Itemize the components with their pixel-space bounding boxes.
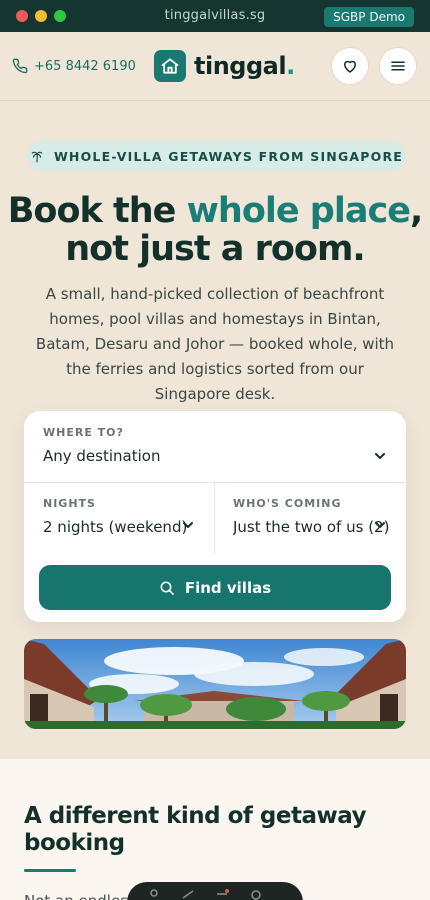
chevron-down-icon (183, 522, 193, 528)
nights-label: NIGHTS (43, 497, 96, 510)
site-logo[interactable]: tinggal. (154, 50, 295, 82)
demo-badge: SGBP Demo (324, 7, 414, 27)
palm-tree-icon (31, 151, 43, 163)
villa-photo (24, 639, 406, 729)
house-icon (154, 50, 186, 82)
phone-link[interactable]: +65 8442 6190 (12, 58, 136, 74)
comment-icon[interactable] (215, 888, 229, 900)
search-card: WHERE TO? Any destination NIGHTS 2 night… (24, 411, 406, 622)
guests-label: WHO'S COMING (233, 497, 342, 510)
find-villas-label: Find villas (184, 578, 272, 597)
hamburger-icon (391, 61, 405, 71)
section-title: A different kind of getaway booking (24, 803, 367, 856)
find-villas-button[interactable]: Find villas (39, 565, 391, 610)
chevron-down-icon (375, 522, 385, 528)
menu-button[interactable] (379, 47, 417, 85)
favourites-button[interactable] (331, 47, 369, 85)
section-divider (24, 869, 76, 872)
settings-icon[interactable] (249, 888, 263, 900)
guests-value[interactable]: Just the two of us (2) (233, 518, 393, 536)
chevron-down-icon (375, 453, 385, 459)
hero-description: A small, hand-picked collection of beach… (35, 285, 395, 403)
search-icon (160, 581, 174, 595)
phone-number: +65 8442 6190 (34, 58, 136, 74)
tagline-text: WHOLE-VILLA GETAWAYS FROM SINGAPORE (53, 148, 404, 164)
tagline-pill: WHOLE-VILLA GETAWAYS FROM SINGAPORE (27, 141, 406, 171)
headline-accent: whole place (186, 191, 411, 231)
guests-select[interactable]: WHO'S COMING Just the two of us (2) (233, 497, 393, 536)
about-section: A different kind of getaway booking Not … (0, 759, 430, 900)
browser-chrome: tinggalvillas.sg SGBP Demo (0, 0, 430, 32)
logo-wordmark: tinggal. (194, 52, 295, 80)
hero-headline: Book the whole place, not just a room. (7, 191, 424, 269)
site-header: +65 8442 6190 tinggal. (0, 32, 430, 101)
card-divider (24, 482, 406, 483)
destination-value[interactable]: Any destination (43, 447, 388, 465)
destination-label: WHERE TO? (43, 426, 124, 439)
person-icon[interactable] (147, 888, 161, 900)
destination-select[interactable]: WHERE TO? Any destination (43, 426, 388, 465)
floating-toolbar[interactable] (127, 882, 303, 900)
heart-icon (344, 60, 356, 73)
phone-icon (12, 58, 28, 74)
pen-icon[interactable] (181, 888, 195, 900)
